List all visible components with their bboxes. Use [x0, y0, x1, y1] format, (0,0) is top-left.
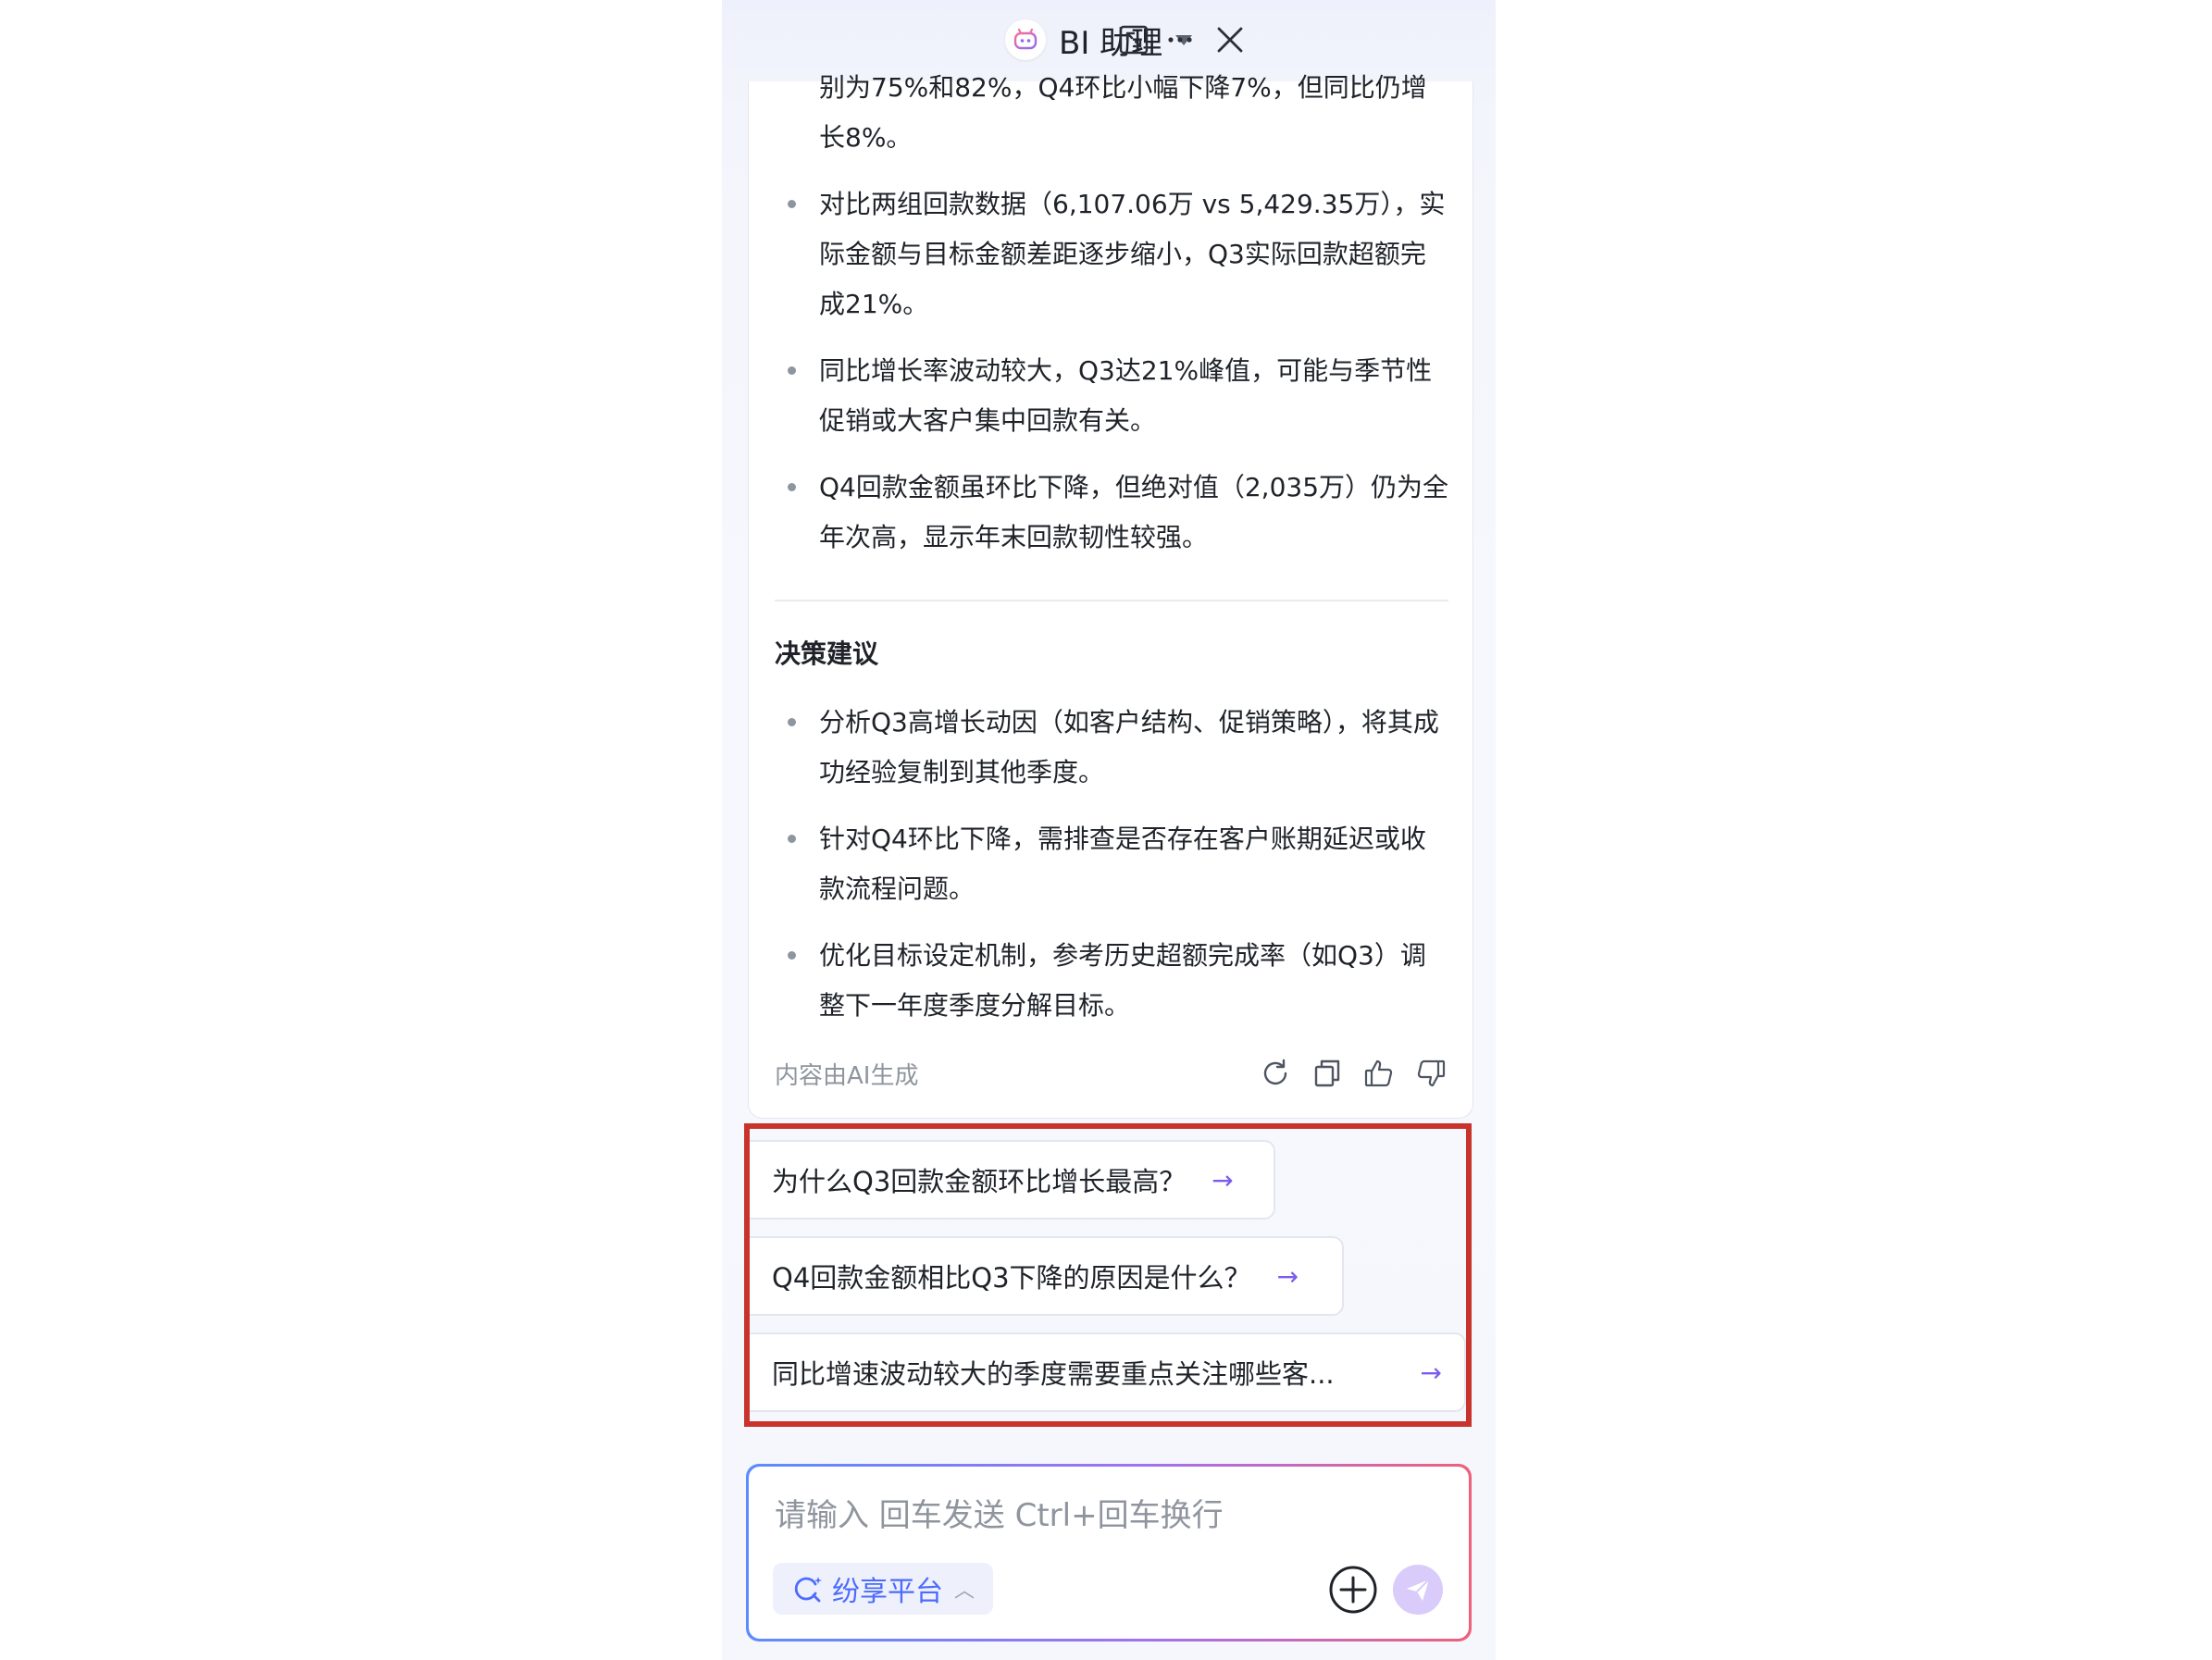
list-item-text: Q4回款金额虽环比下降，但绝对值（2,035万）仍为全年次高，显示年末回款韧性较…	[819, 472, 1449, 552]
thumbs-up-icon[interactable]	[1360, 1054, 1398, 1093]
send-button[interactable]	[1393, 1565, 1443, 1615]
bullet-dot	[788, 951, 796, 960]
answer-card: 别为75%和82%，Q4环比小幅下降7%，但同比仍增 长8%。 对比两组回款数据…	[748, 72, 1473, 1119]
list-item: 优化目标设定机制，参考历史超额完成率（如Q3）调整下一年度季度分解目标。	[775, 931, 1450, 1031]
copy-icon[interactable]	[1308, 1054, 1347, 1093]
cut-text-line: 别为75%和82%，Q4环比小幅下降7%，但同比仍增	[819, 72, 1427, 103]
list-item-text: 同比增长率波动较大，Q3达21%峰值，可能与季节性促销或大客户集中回款有关。	[819, 355, 1433, 436]
chat-input[interactable]	[773, 1487, 1424, 1544]
bullet-dot	[788, 835, 796, 843]
list-item: 别为75%和82%，Q4环比小幅下降7%，但同比仍增 长8%。	[775, 63, 1450, 163]
divider	[775, 600, 1448, 601]
refresh-icon[interactable]	[1256, 1054, 1295, 1093]
platform-label: 纷享平台	[832, 1576, 943, 1608]
list-item-text: 优化目标设定机制，参考历史超额完成率（如Q3）调整下一年度季度分解目标。	[819, 940, 1426, 1021]
bot-icon	[1005, 19, 1046, 60]
bi-assistant-panel: BI 助理 别为75%和82%，Q4环比小幅下降7%，但同比仍增 长8%。 对比…	[722, 0, 1496, 1660]
list-item: Q4回款金额虽环比下降，但绝对值（2,035万）仍为全年次高，显示年末回款韧性较…	[775, 463, 1450, 563]
platform-selector[interactable]: 纷享平台 ︿	[773, 1563, 994, 1615]
list-item: 同比增长率波动较大，Q3达21%峰值，可能与季节性促销或大客户集中回款有关。	[775, 346, 1450, 446]
list-item: 对比两组回款数据（6,107.06万 vs 5,429.35万），实际金额与目标…	[775, 180, 1450, 329]
bullet-dot	[788, 366, 796, 375]
highlight-box	[744, 1123, 1472, 1427]
chat-input-box: 纷享平台 ︿	[746, 1464, 1472, 1641]
add-attachment-button[interactable]	[1328, 1565, 1378, 1615]
close-icon[interactable]	[1211, 20, 1249, 59]
bullet-dot	[788, 483, 796, 491]
search-icon	[794, 1577, 822, 1603]
answer-actions	[1256, 1054, 1450, 1093]
list-item: 针对Q4环比下降，需排查是否存在客户账期延迟或收款流程问题。	[775, 814, 1450, 914]
list-item-text: 对比两组回款数据（6,107.06万 vs 5,429.35万），实际金额与目标…	[819, 189, 1446, 319]
analysis-list: 别为75%和82%，Q4环比小幅下降7%，但同比仍增 长8%。 对比两组回款数据…	[775, 63, 1450, 563]
ai-generated-note: 内容由AI生成	[775, 1061, 919, 1090]
cut-text-line: 长8%。	[819, 122, 913, 153]
send-icon	[1407, 1579, 1430, 1601]
bullet-dot	[788, 200, 796, 208]
thumbs-down-icon[interactable]	[1411, 1054, 1450, 1093]
section-title: 决策建议	[775, 638, 879, 669]
bullet-dot	[788, 718, 796, 726]
suggestion-list: 分析Q3高增长动因（如客户结构、促销策略），将其成功经验复制到其他季度。 针对Q…	[775, 698, 1450, 1031]
list-item-text: 分析Q3高增长动因（如客户结构、促销策略），将其成功经验复制到其他季度。	[819, 707, 1439, 787]
answer-footer: 内容由AI生成	[775, 1051, 1450, 1096]
more-icon[interactable]	[1161, 20, 1199, 59]
list-item-text: 针对Q4环比下降，需排查是否存在客户账期延迟或收款流程问题。	[819, 824, 1426, 904]
expand-icon[interactable]	[1114, 20, 1153, 59]
chevron-up-icon: ︿	[954, 1579, 976, 1603]
plus-circle-icon	[1329, 1566, 1377, 1614]
list-item: 分析Q3高增长动因（如客户结构、促销策略），将其成功经验复制到其他季度。	[775, 698, 1450, 798]
